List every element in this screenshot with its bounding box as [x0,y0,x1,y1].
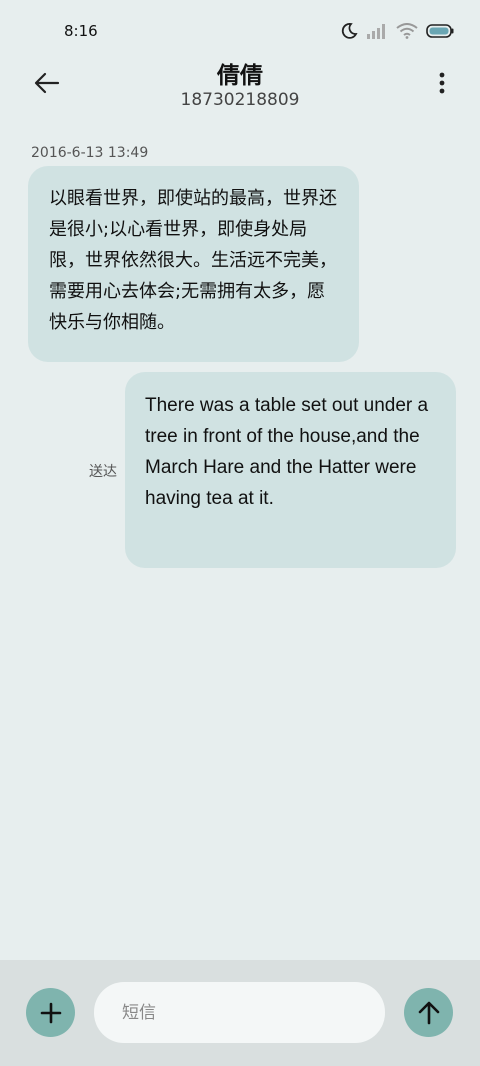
status-time: 8:16 [64,22,98,40]
plus-icon [40,1002,61,1023]
conversation-header: 倩倩 18730218809 [0,50,480,120]
more-options-button[interactable] [434,68,450,98]
add-attachment-button[interactable] [26,988,75,1037]
battery-icon [426,24,454,38]
wifi-icon [396,23,418,39]
send-button[interactable] [404,988,453,1037]
delivery-status: 送达 [89,464,117,480]
signal-icon [366,23,388,39]
incoming-message-bubble[interactable]: 以眼看世界，即使站的最高，世界还是很小;以心看世界，即使身处局限，世界依然很大。… [28,166,359,362]
composer-bar [0,960,480,1066]
contact-phone: 18730218809 [180,90,300,110]
contact-name: 倩倩 [217,63,263,89]
message-input[interactable] [94,982,385,1043]
outgoing-message-bubble[interactable]: There was a table set out under a tree i… [125,372,456,568]
more-vertical-icon [439,72,445,94]
moon-icon [340,22,358,40]
arrow-up-icon [418,1001,439,1024]
status-icons [340,22,454,40]
message-timestamp: 2016-6-13 13:49 [31,145,149,161]
